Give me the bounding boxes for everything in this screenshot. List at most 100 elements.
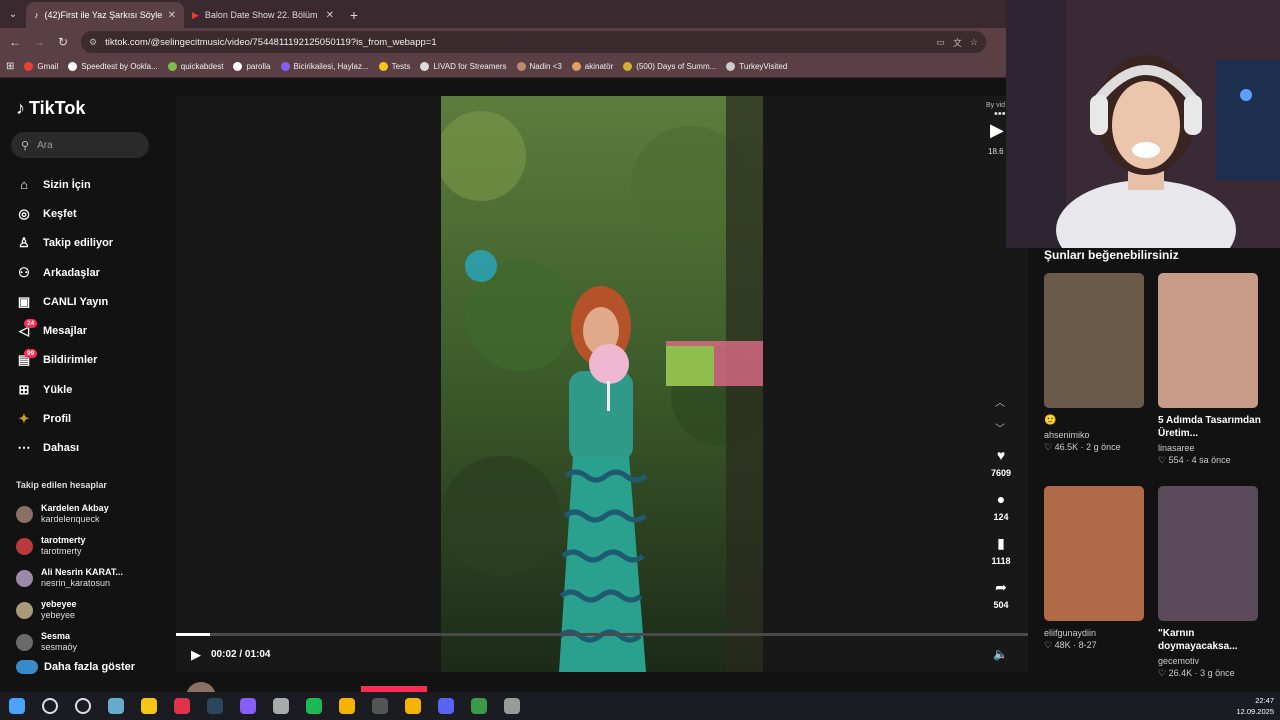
bookmark-item[interactable]: quickabdest	[167, 62, 223, 71]
play-icon[interactable]: ▶	[990, 120, 1004, 141]
bookmark-item[interactable]: parolla	[233, 62, 271, 71]
steam-icon[interactable]	[198, 692, 231, 720]
following-account[interactable]: Sesma sesmaöy	[16, 626, 123, 658]
bookmark-icon	[280, 62, 290, 71]
like-button[interactable]: ♥ 7609	[986, 446, 1016, 478]
nav-label: Dahası	[43, 442, 80, 455]
obs-icon[interactable]	[363, 692, 396, 720]
reload-icon[interactable]: ↻	[51, 35, 75, 49]
app4-icon[interactable]	[495, 692, 528, 720]
windows-icon[interactable]	[0, 692, 33, 720]
files-icon[interactable]	[132, 692, 165, 720]
volume-icon[interactable]: 🔈	[993, 647, 1008, 661]
main-nav: ⌂ Sizin İçin ◎ Keşfet ♙ Takip ediliyor ⚇ Ark…	[16, 170, 114, 463]
recommendation-card[interactable]: "Karnın doymayacaksa... gecemotiv ♡ 26.4…	[1158, 486, 1270, 679]
bookmark-item[interactable]: Gmail	[24, 62, 58, 71]
discord-icon-glyph	[437, 698, 454, 714]
site-info-icon[interactable]: ⚙	[89, 37, 97, 48]
recommendation-meta: ♡ 46.5K · 2 g önce	[1044, 442, 1121, 452]
following-account[interactable]: Kardelen Akbay kardelenqueck	[16, 498, 123, 530]
following-account[interactable]: yebeyee yebeyee	[16, 594, 123, 626]
save-button[interactable]: ▮ 1118	[986, 534, 1016, 566]
nav-explore[interactable]: ◎ Keşfet	[16, 199, 113, 228]
nav-notifications[interactable]: ▤ 99 Bildirimler	[16, 346, 113, 375]
new-tab-button[interactable]: +	[342, 2, 366, 28]
copilot-icon[interactable]	[99, 692, 132, 720]
spotify-icon[interactable]	[297, 692, 330, 720]
taskview-icon[interactable]	[66, 692, 99, 720]
recommendation-card[interactable]: 5 Adımda Tasarımdan Üretim... linasaree …	[1158, 273, 1270, 466]
post-age: 3 g önce	[1200, 668, 1235, 678]
chrome-icon[interactable]	[330, 692, 363, 720]
show-more-button[interactable]: Daha fazla göster	[16, 660, 135, 674]
nav-upload[interactable]: ⊞ Yükle	[16, 375, 113, 404]
like-count: 46.5K	[1054, 442, 1079, 452]
friends-icon: ⚇	[18, 264, 30, 280]
nav-more[interactable]: ⋯ Dahası	[16, 434, 113, 463]
heart-icon: ♡	[1158, 668, 1169, 678]
bookmark-item[interactable]: akinatör	[571, 62, 613, 71]
bookmark-item[interactable]: Bicirikailesi, Haylaz...	[280, 62, 369, 71]
back-icon[interactable]: ←	[3, 35, 27, 49]
translate-icon[interactable]: 文	[953, 36, 962, 49]
recommendations-title: Şunları beğenebilirsiniz	[1044, 248, 1179, 262]
chevron-up-icon[interactable]: ︿	[995, 394, 1005, 409]
nav-messages[interactable]: ◁ 24 Mesajlar	[16, 316, 113, 345]
nav-friends[interactable]: ⚇ Arkadaşlar	[16, 258, 113, 287]
opera-icon[interactable]	[165, 692, 198, 720]
recommendation-meta: ♡ 26.4K · 3 g önce	[1158, 668, 1235, 678]
app2-icon[interactable]	[264, 692, 297, 720]
following-account[interactable]: tarotmerty tarotmerty	[16, 530, 123, 562]
tab-close-icon[interactable]: ✕	[168, 10, 176, 21]
video-frame[interactable]	[441, 96, 763, 672]
bookmark-item[interactable]: TurkeyVisited	[726, 62, 787, 71]
nav-following[interactable]: ♙ Takip ediliyor	[16, 229, 113, 258]
tiktok-logo[interactable]: ♪ TikTok	[16, 98, 85, 119]
recommendation-card[interactable]: eliifgunaydiin ♡ 48K · 8-27	[1044, 486, 1156, 651]
account-name: Sesma	[41, 631, 71, 641]
bookmark-item[interactable]: (500) Days of Summ...	[623, 62, 716, 71]
system-clock[interactable]: 22:47 12.09.2025	[1236, 695, 1274, 717]
comment-button[interactable]: ● 124	[986, 490, 1016, 522]
following-account[interactable]: Ali Nesrin KARAT... nesrin_karatosun	[16, 562, 123, 594]
chrome2-icon[interactable]	[396, 692, 429, 720]
forward-icon[interactable]: →	[27, 35, 51, 49]
browser-tab-strip: ⌄ ♪ (42)First ile Yaz Şarkısı Söyleme ✕ …	[0, 0, 1006, 28]
tab-tiktok[interactable]: ♪ (42)First ile Yaz Şarkısı Söyleme ✕	[26, 2, 184, 28]
files-icon-glyph	[140, 698, 157, 714]
bookmark-item[interactable]: Nadin <3	[516, 62, 562, 71]
comment-count: 124	[993, 512, 1009, 522]
more-options-icon[interactable]: •••	[994, 108, 1006, 120]
heart-icon: ♡	[1044, 640, 1055, 650]
install-icon[interactable]: ▭	[936, 37, 945, 48]
bookmark-item[interactable]: Speedtest by Ookla...	[68, 62, 158, 71]
chevron-down-icon[interactable]: ﹀	[995, 420, 1005, 435]
bookmark-icon	[68, 62, 78, 71]
search-input[interactable]: ⚲ Ara	[11, 132, 149, 158]
tab-search-icon[interactable]: ⌄	[0, 0, 26, 28]
bookmark-item[interactable]: Tests	[378, 62, 410, 71]
discord-icon[interactable]	[429, 692, 462, 720]
nav-profile[interactable]: ✦ Profil	[16, 404, 113, 433]
bookmark-icon	[516, 62, 526, 71]
recommendation-meta: ♡ 554 · 4 sa önce	[1158, 455, 1231, 465]
bookmark-label: (500) Days of Summ...	[636, 62, 717, 71]
messages-badge: 24	[24, 319, 38, 329]
recommendation-card[interactable]: 🙂 ahsenimiko ♡ 46.5K · 2 g önce	[1044, 273, 1156, 453]
search-icon[interactable]	[33, 692, 66, 720]
app3-icon[interactable]	[462, 692, 495, 720]
share-button[interactable]: ➦ 504	[986, 578, 1016, 610]
tab-youtube[interactable]: ▶ Balon Date Show 22. Bölüm - Y ✕	[184, 2, 342, 28]
app3-icon-glyph	[470, 698, 487, 714]
bookmark-label: parolla	[246, 62, 271, 71]
bookmark-item[interactable]: LIVAD for Streamers	[420, 62, 507, 71]
nav-live[interactable]: ▣ CANLI Yayın	[16, 287, 113, 316]
video-progress-bar[interactable]	[176, 633, 1028, 636]
apps-grid-icon[interactable]: ⊞	[6, 61, 14, 72]
address-bar[interactable]: ⚙ tiktok.com/@selingecitmusic/video/7544…	[81, 31, 986, 53]
bookmark-star-icon[interactable]: ☆	[970, 37, 978, 48]
nav-for-you[interactable]: ⌂ Sizin İçin	[16, 170, 113, 199]
app-icon[interactable]	[231, 692, 264, 720]
tab-close-icon[interactable]: ✕	[326, 10, 334, 21]
play-pause-icon[interactable]: ▶	[191, 647, 201, 663]
